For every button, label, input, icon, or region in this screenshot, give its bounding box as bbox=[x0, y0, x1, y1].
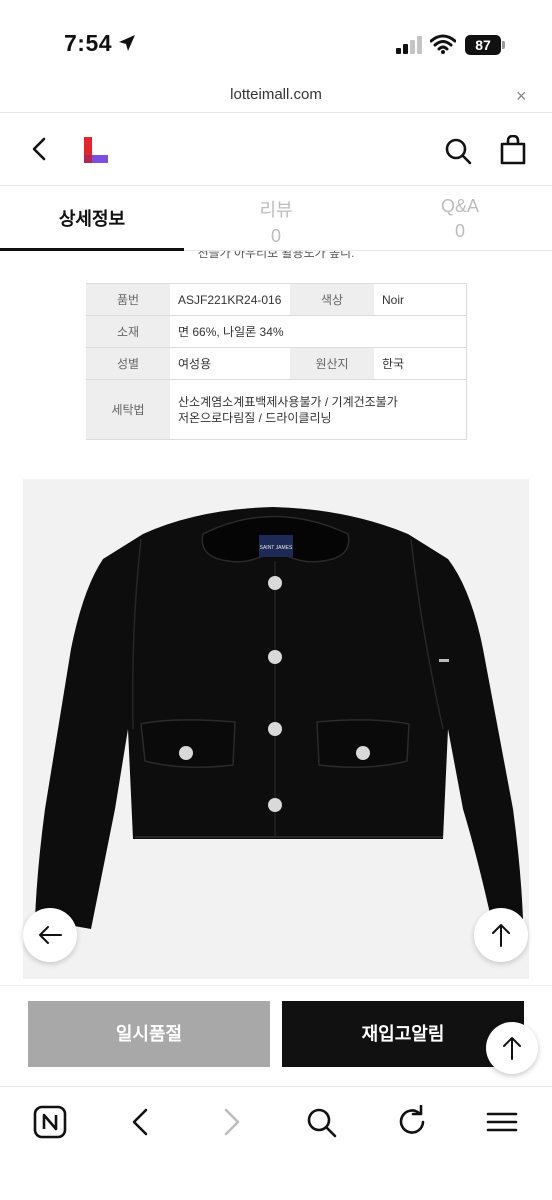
spec-label: 품번 bbox=[86, 283, 170, 316]
jacket-illustration: SAINT JAMES bbox=[35, 507, 523, 929]
spec-value-line: 산소계염소계표백제사용불가 / 기계건조불가 bbox=[178, 394, 398, 409]
browser-forward-icon[interactable] bbox=[214, 1105, 248, 1139]
tab-label: 리뷰 bbox=[259, 200, 293, 220]
arrow-left-icon bbox=[39, 926, 62, 944]
spec-value: 한국 bbox=[374, 347, 467, 380]
arrow-up-icon bbox=[503, 1037, 521, 1060]
purchase-action-bar: 일시품절 재입고알림 bbox=[0, 985, 552, 1085]
table-row: 성별 여성용 원산지 한국 bbox=[86, 347, 467, 380]
spec-value: ASJF221KR24-016 bbox=[170, 283, 290, 316]
spec-value: 면 66%, 나일론 34% bbox=[170, 315, 467, 348]
table-row: 소재 면 66%, 나일론 34% bbox=[86, 315, 467, 348]
spec-label: 색상 bbox=[290, 283, 374, 316]
spec-table: 품번 ASJF221KR24-016 색상 Noir 소재 면 66%, 나일론… bbox=[86, 283, 467, 440]
browser-back-icon[interactable] bbox=[124, 1105, 158, 1139]
spec-label: 성별 bbox=[86, 347, 170, 380]
battery-tip bbox=[502, 41, 505, 49]
active-tab-indicator bbox=[0, 248, 184, 251]
tab-count: 0 bbox=[454, 221, 465, 241]
lotte-logo[interactable] bbox=[84, 137, 110, 165]
status-bar: 7:54 87 bbox=[0, 0, 552, 80]
brand-label: SAINT JAMES bbox=[260, 545, 293, 551]
close-icon[interactable]: × bbox=[516, 86, 527, 107]
spec-label: 소재 bbox=[86, 315, 170, 348]
wifi-icon bbox=[430, 34, 456, 54]
spec-value: Noir bbox=[374, 283, 467, 316]
table-row: 세탁법 산소계염소계표백제사용불가 / 기계건조불가 저온으로다림질 / 드라이… bbox=[86, 379, 467, 440]
battery-indicator: 87 bbox=[465, 35, 501, 55]
sold-out-button[interactable]: 일시품절 bbox=[28, 1001, 270, 1067]
spec-value-line: 저온으로다림질 / 드라이클리닝 bbox=[178, 410, 332, 425]
url-bar[interactable]: lotteimall.com × bbox=[0, 80, 552, 112]
next-image-button[interactable] bbox=[474, 908, 528, 962]
spec-label: 세탁법 bbox=[86, 379, 170, 440]
scroll-to-top-button[interactable] bbox=[486, 1022, 538, 1074]
menu-icon[interactable] bbox=[485, 1105, 519, 1139]
browser-toolbar bbox=[0, 1086, 552, 1200]
url-text[interactable]: lotteimall.com bbox=[0, 86, 552, 103]
search-icon[interactable] bbox=[444, 137, 472, 165]
location-arrow-icon bbox=[119, 35, 135, 51]
tab-qna[interactable]: Q&A 0 bbox=[368, 186, 552, 250]
detail-tabs: 상세정보 리뷰 0 Q&A 0 bbox=[0, 186, 552, 250]
arrow-up-icon bbox=[492, 924, 510, 947]
tab-reviews[interactable]: 리뷰 0 bbox=[184, 186, 368, 250]
tab-detail-info[interactable]: 상세정보 bbox=[0, 186, 184, 250]
prev-image-button[interactable] bbox=[23, 908, 77, 962]
spec-label: 원산지 bbox=[290, 347, 374, 380]
back-icon[interactable] bbox=[26, 135, 54, 163]
tab-count: 0 bbox=[270, 226, 281, 246]
refresh-icon[interactable] bbox=[395, 1105, 429, 1139]
table-row: 품번 ASJF221KR24-016 색상 Noir bbox=[86, 283, 467, 316]
signal-icon bbox=[396, 36, 424, 54]
tab-label: 상세정보 bbox=[58, 209, 126, 229]
status-time: 7:54 bbox=[64, 30, 113, 56]
app-header bbox=[0, 113, 552, 185]
tab-label: Q&A bbox=[440, 196, 479, 216]
spec-value: 여성용 bbox=[170, 347, 290, 380]
shopping-bag-icon[interactable] bbox=[499, 135, 527, 165]
product-image: SAINT JAMES bbox=[23, 479, 529, 979]
naver-home-icon[interactable] bbox=[33, 1105, 67, 1139]
spec-value: 산소계염소계표백제사용불가 / 기계건조불가 저온으로다림질 / 드라이클리닝 bbox=[170, 379, 467, 440]
browser-search-icon[interactable] bbox=[304, 1105, 338, 1139]
